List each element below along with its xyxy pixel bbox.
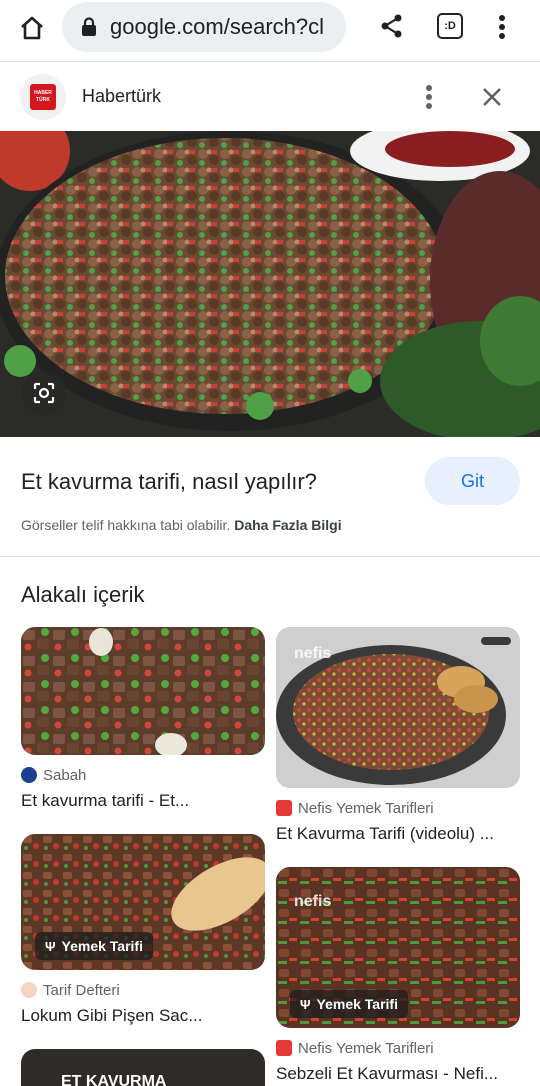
thumbnail-overlay-text: ET KAVURMA [61, 1073, 167, 1086]
related-card-image[interactable] [21, 627, 265, 755]
related-card[interactable]: nefis Ψ Yemek Tarifi Nefis Yemek Tarifle… [276, 867, 520, 1084]
related-card[interactable]: Ψ Yemek Tarifi Tarif Defteri Lokum Gibi … [21, 834, 265, 1026]
sabah-favicon-icon [21, 767, 37, 783]
nefis-favicon-icon [276, 1040, 292, 1056]
related-card-source-name: Sabah [43, 766, 87, 784]
related-card-title[interactable]: Et Kavurma Tarifi (videolu) ... [276, 824, 520, 844]
related-card-title[interactable]: Et kavurma tarifi - Et... [21, 791, 265, 811]
related-card-source: Nefis Yemek Tarifleri [276, 798, 520, 818]
source-logo: HABER TÜRK [20, 74, 66, 120]
haberturk-logo-icon: HABER TÜRK [30, 84, 56, 110]
url-text: google.com/search?cl [110, 14, 325, 39]
copyright-text: Görseller telif hakkına tabi olabilir. [21, 517, 231, 533]
related-card-title[interactable]: Sebzeli Et Kavurması - Nefi... [276, 1064, 520, 1084]
go-button[interactable]: Git [425, 457, 520, 505]
nefis-favicon-icon [276, 800, 292, 816]
hero-image[interactable] [0, 131, 540, 437]
related-card-source-name: Tarif Defteri [43, 981, 120, 999]
related-card-image[interactable]: ET KAVURMA [21, 1049, 265, 1086]
close-icon[interactable] [478, 83, 506, 111]
related-card-source-name: Nefis Yemek Tarifleri [298, 1039, 434, 1057]
related-card[interactable]: Sabah Et kavurma tarifi - Et... [21, 627, 265, 811]
related-heading: Alakalı içerik [21, 582, 145, 607]
recipe-chip-label: Yemek Tarifi [316, 996, 398, 1012]
lens-search-icon[interactable] [22, 371, 66, 415]
related-card-source: Nefis Yemek Tarifleri [276, 1038, 520, 1058]
home-icon[interactable] [14, 10, 50, 46]
result-info: Et kavurma tarifi, nasıl yapılır? Git Gö… [0, 437, 540, 557]
lock-icon [82, 17, 96, 36]
share-icon[interactable] [376, 10, 408, 42]
fork-knife-icon: Ψ [300, 996, 311, 1012]
address-bar[interactable]: google.com/search?cl [62, 2, 346, 52]
nefis-watermark: nefis [294, 645, 332, 662]
more-options-icon[interactable] [416, 81, 442, 113]
copyright-notice: Görseller telif hakkına tabi olabilir. D… [21, 517, 342, 533]
browser-menu-icon[interactable] [490, 10, 514, 44]
related-card-source: Tarif Defteri [21, 980, 265, 1000]
related-card-title[interactable]: Lokum Gibi Pişen Sac... [21, 1006, 265, 1026]
related-card-image[interactable]: nefis [276, 627, 520, 788]
related-card-image[interactable]: Ψ Yemek Tarifi [21, 834, 265, 970]
related-card-source: Sabah [21, 765, 265, 785]
tarif-defteri-favicon-icon [21, 982, 37, 998]
fork-knife-icon: Ψ [45, 938, 56, 954]
recipe-chip: Ψ Yemek Tarifi [35, 932, 153, 960]
result-title[interactable]: Et kavurma tarifi, nasıl yapılır? [21, 469, 317, 495]
related-card-source-name: Nefis Yemek Tarifleri [298, 799, 434, 817]
related-card[interactable]: ET KAVURMA [21, 1049, 265, 1086]
more-info-link[interactable]: Daha Fazla Bilgi [234, 517, 341, 533]
tab-count: :D [444, 20, 456, 32]
recipe-chip-label: Yemek Tarifi [61, 938, 143, 954]
related-card-image[interactable]: nefis Ψ Yemek Tarifi [276, 867, 520, 1028]
tab-switcher-button[interactable]: :D [437, 13, 463, 39]
source-name[interactable]: Habertürk [82, 86, 161, 107]
related-card[interactable]: nefis Nefis Yemek Tarifleri Et Kavurma T… [276, 627, 520, 844]
browser-toolbar: google.com/search?cl :D [0, 0, 540, 62]
nefis-watermark: nefis [294, 893, 332, 910]
source-header: HABER TÜRK Habertürk [0, 63, 540, 131]
recipe-chip: Ψ Yemek Tarifi [290, 990, 408, 1018]
